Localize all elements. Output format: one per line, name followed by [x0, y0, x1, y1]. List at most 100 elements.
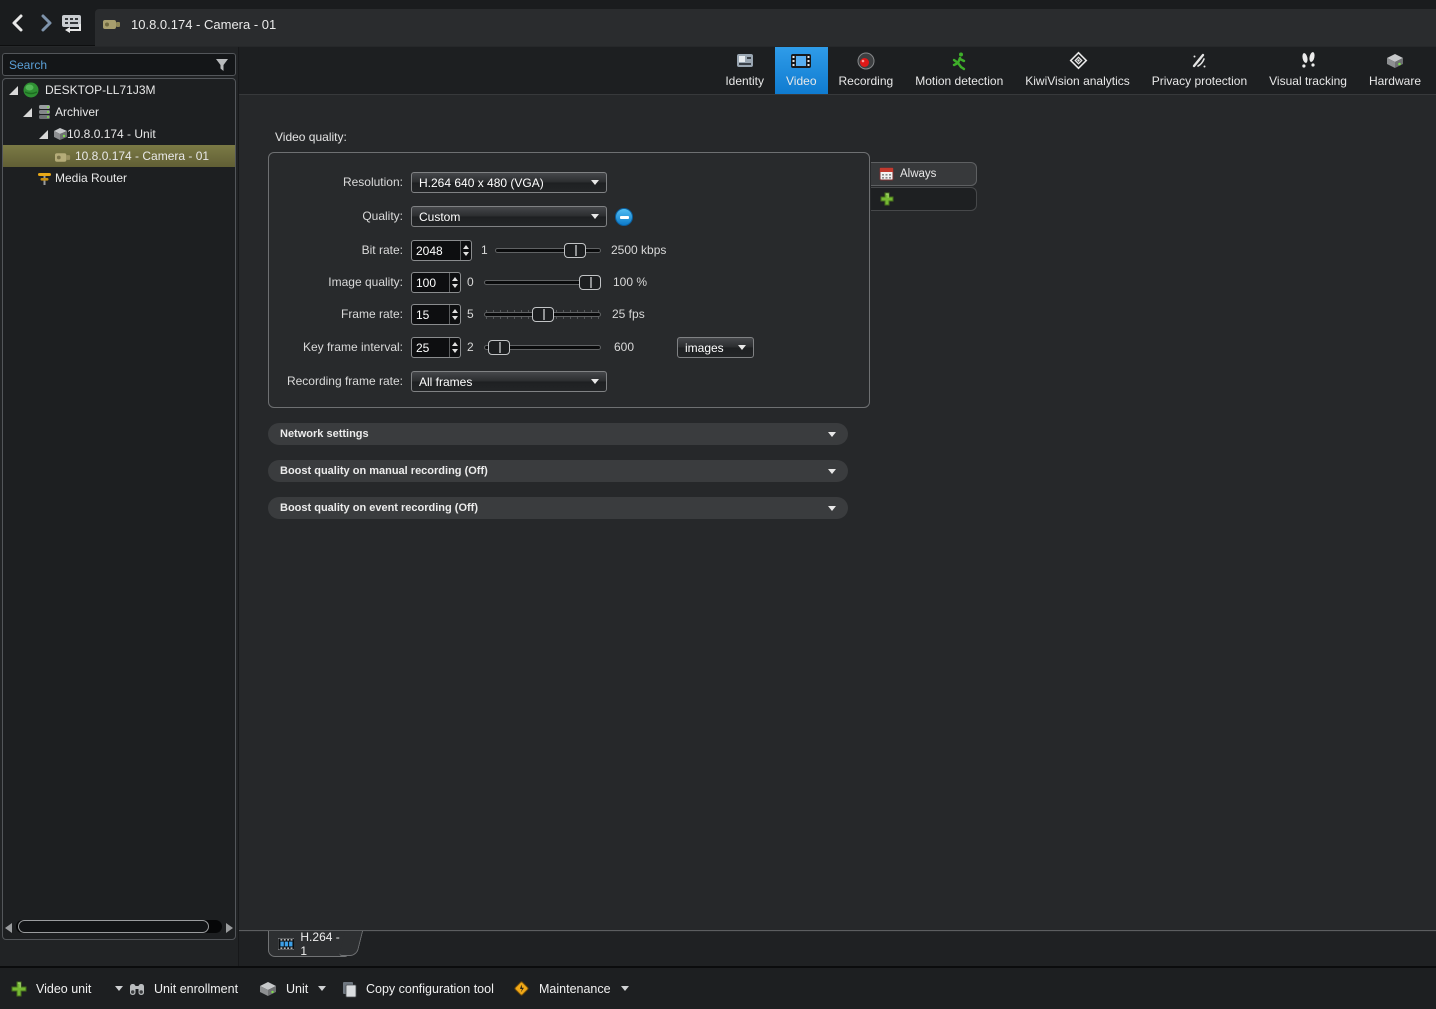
back-button[interactable]: [8, 12, 30, 34]
add-video-unit-button[interactable]: Video unit: [4, 968, 129, 1009]
tab-video[interactable]: Video: [775, 47, 827, 94]
archiver-icon: [36, 104, 53, 120]
bit-rate-min: 1: [481, 240, 488, 261]
tab-label: Privacy protection: [1152, 74, 1247, 88]
tree-item-camera[interactable]: 10.8.0.174 - Camera - 01: [3, 145, 235, 167]
expander-icon[interactable]: [9, 86, 18, 95]
frame-rate-input[interactable]: [412, 305, 449, 324]
accordion-boost-manual-recording[interactable]: Boost quality on manual recording (Off): [268, 460, 848, 482]
tree-item-unit[interactable]: 10.8.0.174 - Unit: [3, 123, 235, 145]
jump-to-button[interactable]: [58, 10, 86, 36]
resolution-dropdown[interactable]: H.264 640 x 480 (VGA): [411, 172, 607, 193]
remove-custom-quality-button[interactable]: [615, 208, 633, 226]
scroll-right-arrow-icon[interactable]: [226, 923, 233, 933]
add-schedule-tab[interactable]: [871, 187, 977, 211]
tab-recording[interactable]: Recording: [828, 47, 905, 94]
image-quality-min: 0: [467, 272, 474, 293]
chevron-down-icon[interactable]: [318, 986, 326, 991]
bit-rate-input[interactable]: [412, 241, 460, 260]
tab-label: KiwiVision analytics: [1025, 74, 1130, 88]
accordion-label: Boost quality on event recording (Off): [280, 502, 822, 514]
expander-icon[interactable]: [39, 130, 48, 139]
tab-label: Hardware: [1369, 74, 1421, 88]
slider-handle[interactable]: [488, 340, 510, 355]
recording-frame-rate-label: Recording frame rate:: [271, 371, 403, 392]
tab-hardware[interactable]: Hardware: [1358, 47, 1432, 94]
resolution-value: H.264 640 x 480 (VGA): [419, 176, 585, 190]
server-icon: [23, 82, 40, 98]
schedule-tab-label: Always: [900, 168, 936, 180]
sidebar: DESKTOP-LL71J3M Archiver 10.8.0.174 - Un…: [0, 47, 239, 966]
image-quality-slider[interactable]: [484, 272, 601, 293]
maintenance-menu-button[interactable]: Maintenance: [506, 968, 635, 1009]
slider-handle[interactable]: [532, 307, 554, 322]
recording-frame-rate-dropdown[interactable]: All frames: [411, 371, 607, 392]
motion-detection-icon: [949, 51, 969, 71]
copy-configuration-tool-button[interactable]: Copy configuration tool: [334, 968, 500, 1009]
key-frame-interval-slider[interactable]: [484, 337, 601, 358]
filter-icon[interactable]: [214, 57, 230, 73]
image-quality-input[interactable]: [412, 273, 449, 292]
schedule-tab-always[interactable]: Always: [871, 162, 977, 186]
tree-item-media-router[interactable]: Media Router: [3, 167, 235, 189]
tab-label: Visual tracking: [1269, 74, 1347, 88]
chevron-down-icon: [591, 379, 599, 384]
quality-label: Quality:: [271, 206, 403, 227]
config-tool-window: { "titlebar": { "title": "10.8.0.174 - C…: [0, 0, 1436, 1009]
chevron-down-icon: [591, 214, 599, 219]
unit-icon: [258, 980, 278, 998]
key-frame-interval-input[interactable]: [412, 338, 449, 357]
bit-rate-max: 2500 kbps: [611, 240, 666, 261]
tab-label: Motion detection: [915, 74, 1003, 88]
bottom-toolbar: Video unit Unit enrollment Unit Copy con…: [0, 966, 1436, 1009]
search-input[interactable]: [3, 58, 214, 72]
tree-item-label: DESKTOP-LL71J3M: [45, 83, 156, 97]
search-box: [2, 53, 236, 76]
kiwivision-icon: [1067, 51, 1089, 71]
tab-privacy-protection[interactable]: Privacy protection: [1141, 47, 1258, 94]
bit-rate-slider[interactable]: [495, 240, 601, 261]
tab-visual-tracking[interactable]: Visual tracking: [1258, 47, 1358, 94]
image-quality-max: 100 %: [613, 272, 647, 293]
toolbar-label: Copy configuration tool: [366, 982, 494, 996]
tree-item-label: 10.8.0.174 - Camera - 01: [75, 149, 209, 163]
slider-handle[interactable]: [564, 243, 586, 258]
spinner-arrows-icon[interactable]: [449, 338, 460, 357]
quality-dropdown[interactable]: Custom: [411, 206, 607, 227]
scrollbar-track[interactable]: [16, 920, 222, 933]
spinner-arrows-icon[interactable]: [449, 273, 460, 292]
expander-icon[interactable]: [23, 108, 32, 117]
spinner-arrows-icon[interactable]: [460, 241, 471, 260]
camera-icon: [103, 18, 123, 32]
binoculars-icon: [128, 980, 146, 998]
tab-motion-detection[interactable]: Motion detection: [904, 47, 1014, 94]
tab-kiwivision-analytics[interactable]: KiwiVision analytics: [1014, 47, 1141, 94]
accordion-boost-event-recording[interactable]: Boost quality on event recording (Off): [268, 497, 848, 519]
quality-value: Custom: [419, 210, 585, 224]
video-quality-panel: Resolution: H.264 640 x 480 (VGA) Qualit…: [268, 152, 870, 408]
frame-rate-slider[interactable]: [484, 304, 601, 325]
forward-button[interactable]: [34, 12, 56, 34]
slider-handle[interactable]: [579, 275, 601, 290]
tab-label: Video: [786, 74, 816, 88]
stream-tab-h264-1[interactable]: H.264 - 1: [268, 931, 348, 957]
chevron-down-icon: [828, 432, 836, 437]
scrollbar-thumb[interactable]: [18, 920, 209, 933]
key-frame-unit-dropdown[interactable]: images: [677, 337, 754, 358]
tab-identity[interactable]: Identity: [714, 47, 775, 94]
image-quality-label: Image quality:: [271, 272, 403, 293]
entity-title-tab[interactable]: 10.8.0.174 - Camera - 01: [95, 9, 1436, 46]
jump-to-icon: [58, 10, 86, 36]
scroll-left-arrow-icon[interactable]: [5, 923, 12, 933]
unit-menu-button[interactable]: Unit: [252, 968, 332, 1009]
tree-item-archiver[interactable]: Archiver: [3, 101, 235, 123]
tree-item-server[interactable]: DESKTOP-LL71J3M: [3, 79, 235, 101]
accordion-network-settings[interactable]: Network settings: [268, 423, 848, 445]
chevron-down-icon[interactable]: [621, 986, 629, 991]
calendar-icon: [879, 167, 894, 181]
key-frame-interval-spinner: [411, 337, 461, 358]
chevron-down-icon: [828, 506, 836, 511]
toolbar-label: Maintenance: [539, 982, 611, 996]
spinner-arrows-icon[interactable]: [449, 305, 460, 324]
unit-enrollment-button[interactable]: Unit enrollment: [122, 968, 244, 1009]
